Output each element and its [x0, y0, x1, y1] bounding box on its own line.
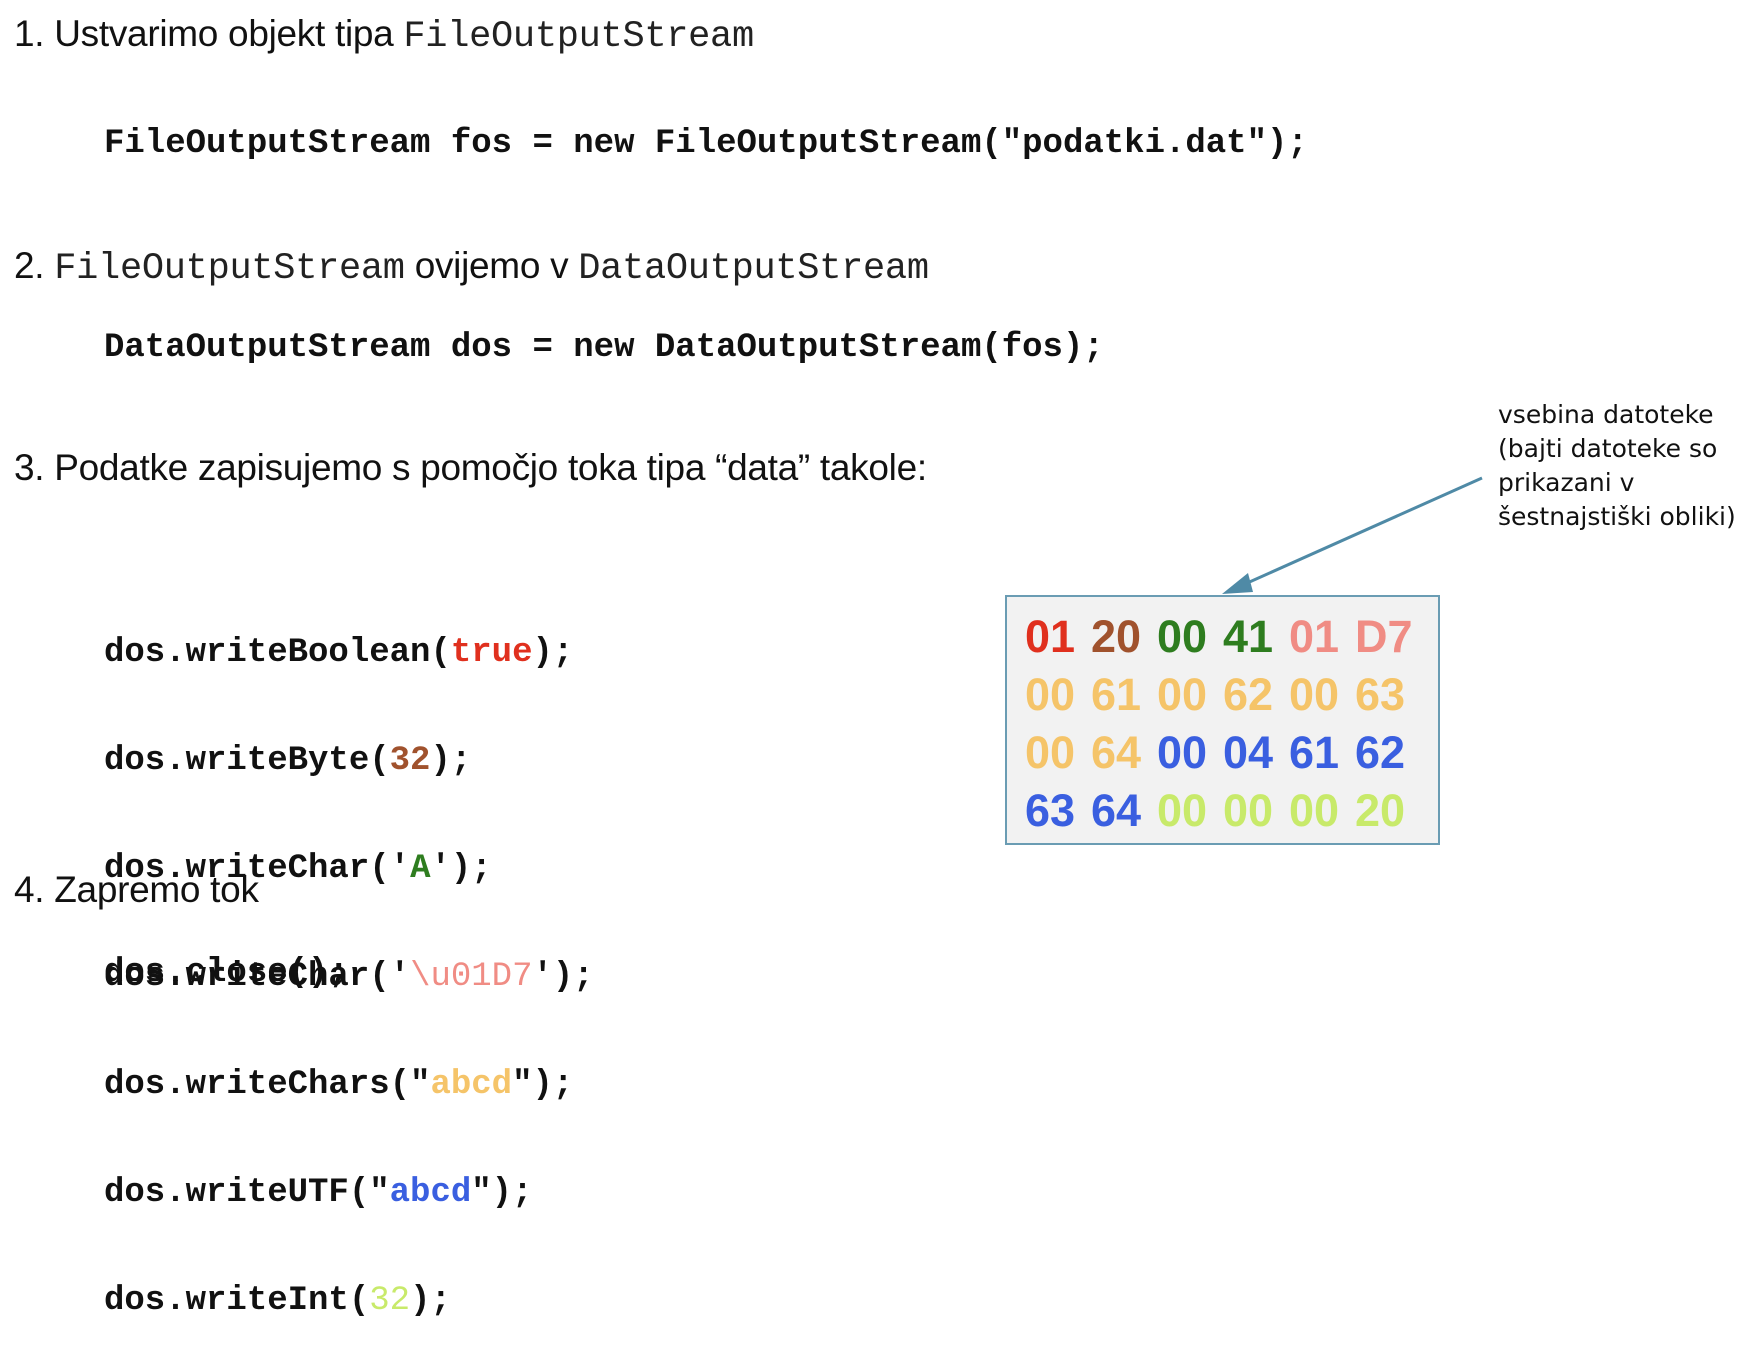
hex-byte: D7 — [1355, 611, 1413, 662]
hex-byte: 63 — [1355, 669, 1406, 720]
code-arg-utf: abcd — [389, 1174, 472, 1212]
annotation-arrow-icon — [1222, 476, 1483, 594]
hex-byte: 01 — [1025, 611, 1076, 662]
code-suffix: "); — [471, 1174, 533, 1212]
hex-byte: 00 — [1289, 785, 1340, 836]
hex-byte: 00 — [1223, 785, 1274, 836]
code-prefix: dos.writeChars(" — [104, 1066, 431, 1104]
hex-byte: 01 — [1289, 611, 1340, 662]
hex-byte: 61 — [1091, 669, 1142, 720]
code-prefix: dos.writeUTF(" — [104, 1174, 390, 1212]
hex-byte: 00 — [1025, 727, 1076, 778]
hex-byte: 20 — [1355, 785, 1406, 836]
hex-byte: 00 — [1289, 669, 1340, 720]
code-line: dos.writeUTF("abcd"); — [104, 1175, 594, 1211]
hex-byte: 64 — [1091, 785, 1142, 836]
hex-row: 01 20 00 41 01 D7 — [1025, 609, 1421, 665]
code-arg-int: 32 — [369, 1282, 411, 1320]
hex-byte: 61 — [1289, 727, 1340, 778]
code-line: dos.writeChars("abcd"); — [104, 1067, 594, 1103]
code-line: dos.writeInt(32); — [104, 1283, 594, 1319]
hex-byte: 63 — [1025, 785, 1076, 836]
hex-byte: 64 — [1091, 727, 1142, 778]
code-prefix: dos.writeInt( — [104, 1282, 370, 1320]
hex-byte: 62 — [1223, 669, 1274, 720]
hex-row: 63 64 00 00 00 20 — [1025, 783, 1421, 839]
hex-row: 00 64 00 04 61 62 — [1025, 725, 1421, 781]
code-suffix: ); — [410, 1282, 451, 1320]
code-suffix: "); — [512, 1066, 574, 1104]
hex-row: 00 61 00 62 00 63 — [1025, 667, 1421, 723]
hex-byte: 00 — [1157, 727, 1208, 778]
hex-byte: 62 — [1355, 727, 1406, 778]
hex-byte: 00 — [1157, 669, 1208, 720]
code-arg-chars: abcd — [430, 1066, 513, 1104]
hex-byte: 00 — [1025, 669, 1076, 720]
hex-byte: 00 — [1157, 785, 1208, 836]
hex-byte: 20 — [1091, 611, 1142, 662]
hex-byte: 00 — [1157, 611, 1208, 662]
hex-dump-box: 01 20 00 41 01 D7 00 61 00 62 00 63 00 64 00 04 61 62 6… — [1005, 595, 1440, 845]
hex-byte: 41 — [1223, 611, 1274, 662]
hex-byte: 04 — [1223, 727, 1274, 778]
